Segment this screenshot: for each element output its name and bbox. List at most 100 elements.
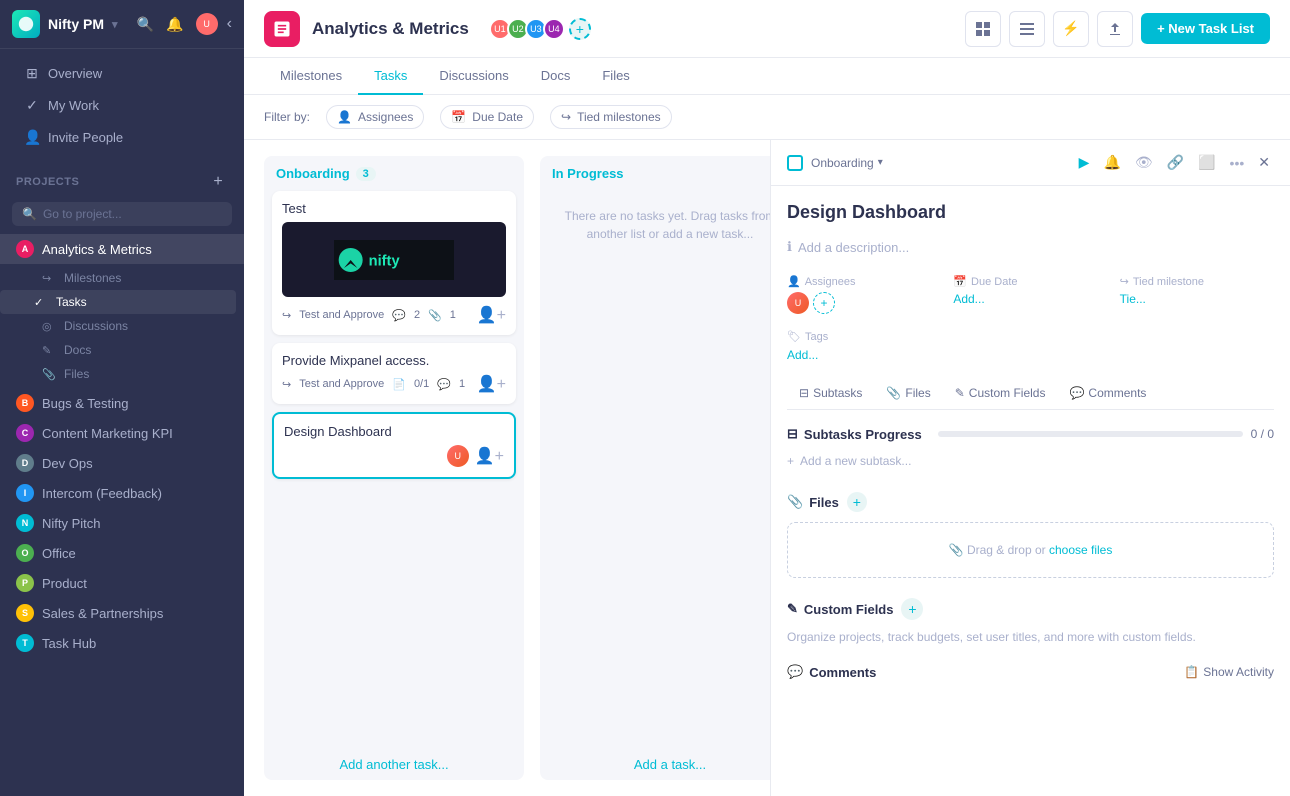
bell-icon[interactable]: 🔔 (163, 13, 186, 36)
app-caret[interactable]: ▾ (112, 18, 118, 31)
sidebar-item-discussions[interactable]: ◎ Discussions (0, 314, 244, 338)
collapse-sidebar-button[interactable]: ‹ (227, 15, 232, 33)
grid-view-button[interactable] (965, 11, 1001, 47)
project-children-analytics: ↪ Milestones ✓ Tasks ◎ Discussions ✎ Doc… (0, 264, 244, 388)
copy-button[interactable]: ⬜ (1194, 150, 1219, 175)
avatar-icon[interactable]: U (193, 10, 221, 38)
project-item-analytics[interactable]: A Analytics & Metrics (0, 234, 244, 264)
project-item-intercom[interactable]: I Intercom (Feedback) (0, 478, 244, 508)
task-columns: Onboarding 3 Test (244, 140, 770, 796)
tags-add-button[interactable]: Add... (787, 348, 818, 362)
add-assignee-button[interactable]: + (813, 292, 835, 314)
files-section: 📎 Files + 📎 Drag & drop or choose files (787, 492, 1274, 578)
custom-fields-tab-icon: ✎ (955, 386, 965, 400)
project-dot-intercom: I (16, 484, 34, 502)
project-name-bugs: Bugs & Testing (42, 396, 128, 411)
due-date-add-button[interactable]: Add... (953, 292, 1107, 306)
discussions-icon: ◎ (42, 320, 56, 333)
play-button[interactable]: ▶ (1075, 150, 1094, 175)
project-name-devops: Dev Ops (42, 456, 93, 471)
add-project-button[interactable]: + (208, 172, 228, 192)
new-task-list-button[interactable]: + New Task List (1141, 13, 1270, 44)
tab-discussions[interactable]: Discussions (423, 58, 524, 95)
more-options-button[interactable]: ••• (1226, 151, 1249, 175)
sidebar-item-invite-people[interactable]: 👤 Invite People (8, 122, 236, 153)
detail-header: Onboarding ▾ ▶ 🔔 👁 🔗 ⬜ ••• ✕ (771, 140, 1290, 186)
close-detail-button[interactable]: ✕ (1254, 150, 1274, 175)
add-custom-field-button[interactable]: + (901, 598, 923, 620)
project-item-task-hub[interactable]: T Task Hub (0, 628, 244, 658)
lightning-button[interactable]: ⚡ (1053, 11, 1089, 47)
task-card-test[interactable]: Test nifty ↪ (272, 191, 516, 335)
card-assign-mixpanel[interactable]: 👤+ (477, 374, 506, 394)
project-dot-analytics: A (16, 240, 34, 258)
project-item-bugs[interactable]: B Bugs & Testing (0, 388, 244, 418)
add-task-button-onboarding[interactable]: Add another task... (264, 749, 524, 780)
detail-tab-custom-fields[interactable]: ✎ Custom Fields (943, 378, 1058, 410)
eye-button[interactable]: 👁 (1131, 150, 1157, 175)
choose-files-link[interactable]: choose files (1049, 543, 1112, 557)
nav-tabs: Milestones Tasks Discussions Docs Files (244, 58, 1290, 95)
tied-milestone-field: ↪ Tied milestone Tie... (1120, 275, 1274, 314)
assignees-filter-label: Assignees (358, 110, 413, 124)
sidebar-item-overview[interactable]: ⊞ Overview (8, 58, 236, 89)
bell-button[interactable]: 🔔 (1099, 150, 1124, 175)
project-item-content[interactable]: C Content Marketing KPI (0, 418, 244, 448)
card-assign-design-dashboard[interactable]: 👤+ (475, 446, 504, 466)
upload-button[interactable] (1097, 11, 1133, 47)
docs-icon: ✎ (42, 344, 56, 357)
add-task-button-in-progress[interactable]: Add a task... (540, 749, 770, 780)
project-item-office[interactable]: O Office (0, 538, 244, 568)
app-logo: Nifty PM ▾ (12, 10, 118, 38)
tied-milestone-add-button[interactable]: Tie... (1120, 292, 1274, 306)
project-item-product[interactable]: P Product (0, 568, 244, 598)
add-subtask-button[interactable]: + Add a new subtask... (787, 450, 1274, 472)
add-files-button[interactable]: + (847, 492, 867, 512)
filter-due-date[interactable]: 📅 Due Date (440, 105, 534, 129)
detail-tab-subtasks[interactable]: ⊟ Subtasks (787, 378, 874, 410)
detail-header-left: Onboarding ▾ (787, 155, 883, 171)
column-header-onboarding: Onboarding 3 (264, 156, 524, 191)
tab-files[interactable]: Files (586, 58, 645, 95)
tab-milestones[interactable]: Milestones (264, 58, 358, 95)
detail-tab-files[interactable]: 📎 Files (874, 378, 942, 410)
show-activity-button[interactable]: 📋 Show Activity (1184, 665, 1274, 679)
project-search[interactable]: 🔍 Go to project... (12, 202, 232, 226)
link-button[interactable]: 🔗 (1163, 150, 1188, 175)
project-name-office: Office (42, 546, 76, 561)
task-list-badge[interactable]: Onboarding ▾ (811, 156, 883, 170)
add-member-button[interactable]: + (569, 18, 591, 40)
detail-tab-comments[interactable]: 💬 Comments (1057, 378, 1158, 410)
sidebar-item-docs[interactable]: ✎ Docs (0, 338, 244, 362)
task-footer-mixpanel: ↪ Test and Approve 📄 0/1 💬 1 👤+ (282, 374, 506, 394)
search-icon[interactable]: 🔍 (134, 13, 157, 36)
sidebar-item-my-work[interactable]: ✓ My Work (8, 90, 236, 121)
attachment-count-test: 1 (450, 309, 456, 321)
add-description-button[interactable]: ℹ Add a description... (787, 235, 1274, 259)
custom-fields-section: ✎ Custom Fields + Organize projects, tra… (787, 598, 1274, 644)
project-item-devops[interactable]: D Dev Ops (0, 448, 244, 478)
project-item-pitch[interactable]: N Nifty Pitch (0, 508, 244, 538)
file-drop-zone[interactable]: 📎 Drag & drop or choose files (787, 522, 1274, 578)
project-name-content: Content Marketing KPI (42, 426, 173, 441)
filter-tied-milestones[interactable]: ↪ Tied milestones (550, 105, 672, 129)
comments-section: 💬 Comments 📋 Show Activity (787, 664, 1274, 680)
task-card-design-dashboard[interactable]: Design Dashboard U 👤+ (272, 412, 516, 479)
filter-assignees[interactable]: 👤 Assignees (326, 105, 424, 129)
milestones-label: Milestones (64, 271, 121, 285)
sidebar-header: Nifty PM ▾ 🔍 🔔 U ‹ (0, 0, 244, 49)
my-work-icon: ✓ (24, 97, 40, 114)
sidebar-item-files[interactable]: 📎 Files (0, 362, 244, 386)
column-in-progress: In Progress There are no tasks yet. Drag… (540, 156, 770, 780)
tab-docs[interactable]: Docs (525, 58, 587, 95)
info-icon: ℹ (787, 239, 792, 255)
project-item-sales[interactable]: S Sales & Partnerships (0, 598, 244, 628)
card-assign-test[interactable]: 👤+ (477, 305, 506, 325)
task-card-mixpanel[interactable]: Provide Mixpanel access. ↪ Test and Appr… (272, 343, 516, 404)
sidebar-item-milestones[interactable]: ↪ Milestones (0, 266, 244, 290)
sidebar-item-tasks[interactable]: ✓ Tasks (0, 290, 236, 314)
task-complete-checkbox[interactable] (787, 155, 803, 171)
list-view-button[interactable] (1009, 11, 1045, 47)
tab-tasks[interactable]: Tasks (358, 58, 423, 95)
project-dot-task-hub: T (16, 634, 34, 652)
